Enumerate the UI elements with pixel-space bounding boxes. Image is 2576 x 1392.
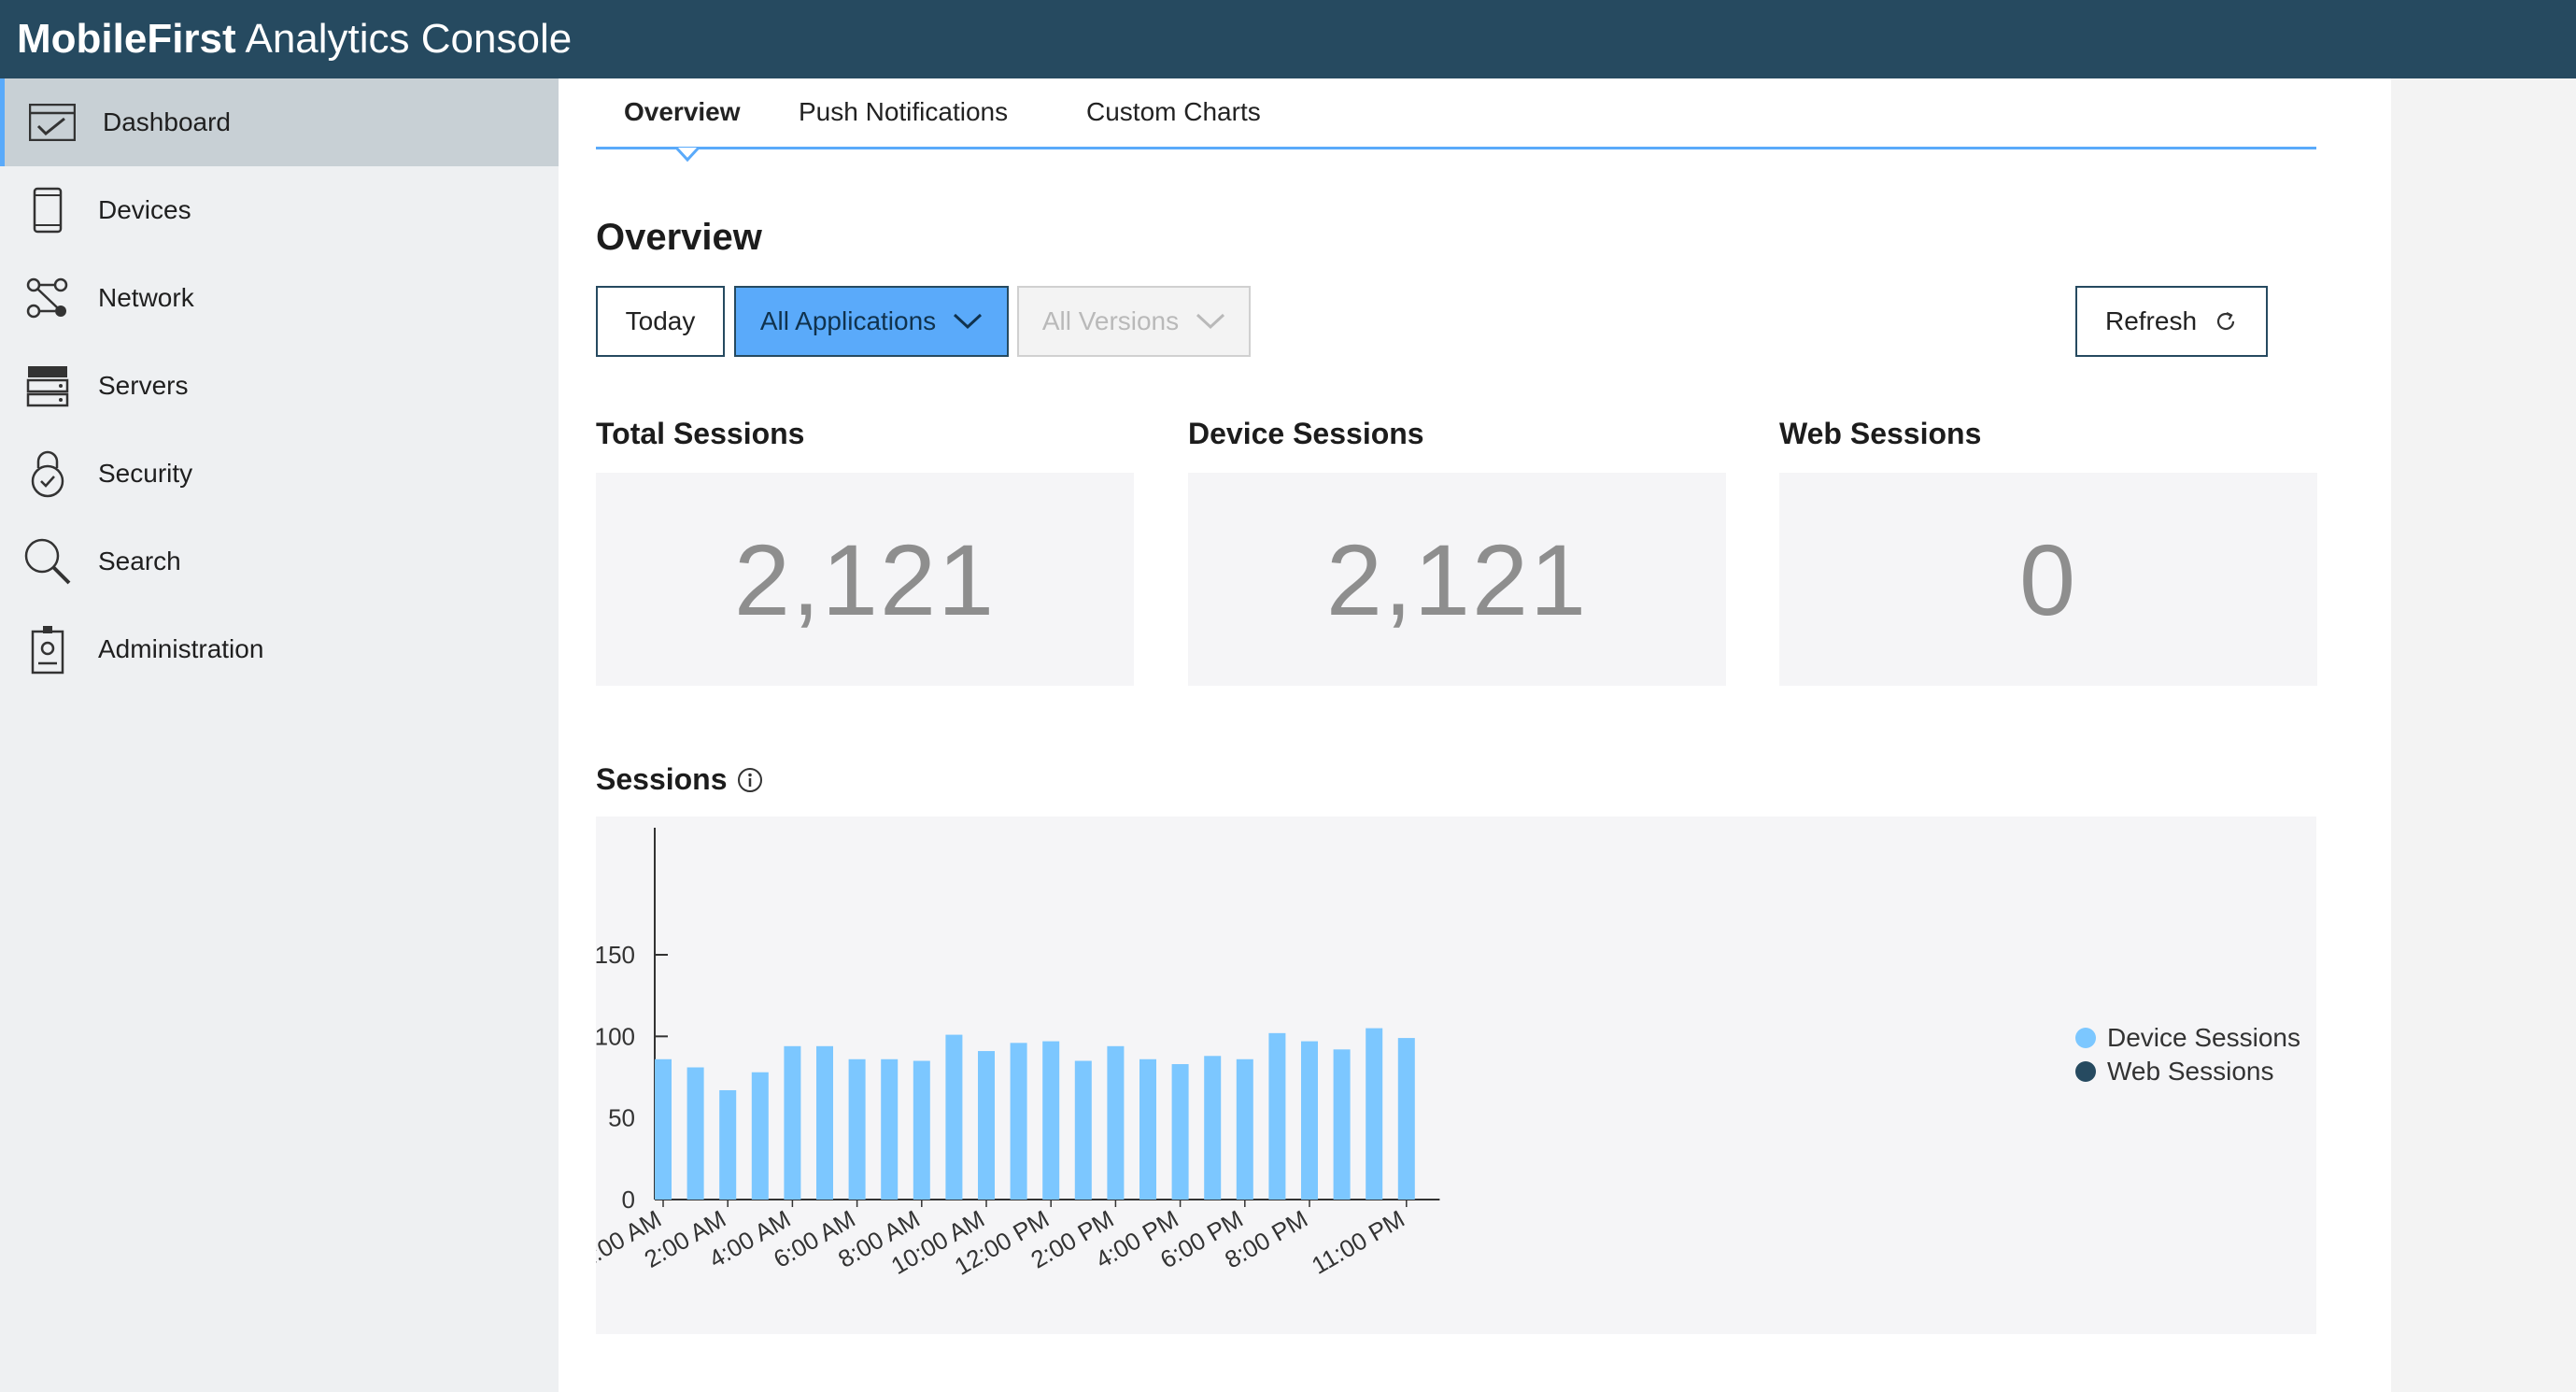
page-title: Overview (596, 217, 762, 258)
bar-device-sessions[interactable] (1042, 1041, 1060, 1200)
sidebar-item-label: Network (98, 283, 194, 312)
dashboard-icon (27, 97, 78, 148)
legend-label: Web Sessions (2107, 1057, 2274, 1086)
bar-device-sessions[interactable] (719, 1089, 737, 1200)
total-sessions-value: 2,121 (733, 522, 997, 636)
legend-label: Device Sessions (2107, 1023, 2300, 1052)
bar-device-sessions[interactable] (655, 1058, 672, 1200)
chevron-down-icon (953, 313, 983, 330)
total-sessions-card: 2,121 (596, 473, 1134, 686)
sidebar-item-devices[interactable]: Devices (0, 166, 559, 254)
phone-icon (22, 185, 73, 235)
sidebar-item-label: Administration (98, 634, 264, 663)
tab-underline (596, 147, 2316, 149)
bar-device-sessions[interactable] (1236, 1058, 1253, 1200)
y-tick-label: 100 (596, 1022, 635, 1050)
lock-icon (22, 448, 73, 499)
info-icon[interactable] (737, 767, 763, 793)
sessions-bar-chart: 05010015012:00 AM2:00 AM4:00 AM6:00 AM8:… (563, 828, 1440, 1281)
bar-device-sessions[interactable] (1107, 1045, 1125, 1200)
sessions-chart-panel: 0 50 100 150 12:00 AM 2:00 AM 4:00 AM 6:00 AM 8:… (563, 817, 2316, 1334)
bar-device-sessions[interactable] (686, 1067, 704, 1200)
web-sessions-card: 0 (1779, 473, 2317, 686)
brand-subtitle: Analytics Console (245, 16, 573, 62)
bar-device-sessions[interactable] (1333, 1049, 1351, 1200)
refresh-icon (2214, 309, 2238, 334)
bar-device-sessions[interactable] (848, 1058, 866, 1200)
sidebar-item-network[interactable]: Network (0, 254, 559, 342)
server-icon (22, 361, 73, 411)
time-range-label: Today (625, 306, 696, 335)
y-tick-label: 150 (596, 941, 635, 969)
device-sessions-title: Device Sessions (1188, 417, 1424, 450)
legend-item-device[interactable]: Device Sessions (2075, 1021, 2300, 1055)
sidebar-item-search[interactable]: Search (0, 518, 559, 605)
tab-custom-charts[interactable]: Custom Charts (1086, 97, 1261, 127)
y-tick-label: 50 (608, 1104, 635, 1132)
bar-device-sessions[interactable] (816, 1045, 833, 1200)
legend-dot-device (2075, 1028, 2096, 1048)
active-tab-indicator (676, 147, 699, 163)
sessions-title-text: Sessions (596, 762, 728, 796)
chevron-down-icon (1196, 313, 1225, 330)
bar-device-sessions[interactable] (1366, 1028, 1383, 1200)
device-sessions-card: 2,121 (1188, 473, 1726, 686)
x-tick-label: 11:00 PM (1307, 1204, 1409, 1280)
bar-device-sessions[interactable] (1139, 1058, 1156, 1200)
sidebar-item-dashboard[interactable]: Dashboard (0, 78, 559, 166)
sidebar-item-label: Devices (98, 195, 191, 224)
bar-device-sessions[interactable] (945, 1034, 963, 1200)
bar-device-sessions[interactable] (1268, 1032, 1286, 1200)
right-gutter (2391, 78, 2576, 1392)
bar-device-sessions[interactable] (784, 1045, 801, 1200)
legend-dot-web (2075, 1061, 2096, 1082)
brand-name: MobileFirst (17, 16, 236, 62)
device-sessions-value: 2,121 (1325, 522, 1589, 636)
sidebar-item-label: Servers (98, 371, 189, 400)
web-sessions-title: Web Sessions (1779, 417, 1982, 450)
bar-device-sessions[interactable] (881, 1058, 899, 1200)
tab-overview[interactable]: Overview (624, 97, 741, 127)
refresh-label: Refresh (2104, 306, 2198, 335)
network-icon (22, 273, 73, 323)
bar-device-sessions[interactable] (1010, 1043, 1027, 1200)
total-sessions-title: Total Sessions (596, 417, 805, 450)
y-tick-label: 0 (622, 1186, 635, 1214)
bar-device-sessions[interactable] (1204, 1056, 1222, 1200)
bar-device-sessions[interactable] (1397, 1038, 1415, 1200)
bar-device-sessions[interactable] (1301, 1041, 1318, 1200)
sidebar: Dashboard Devices Network Servers Securi… (0, 78, 559, 1392)
search-icon (22, 536, 73, 587)
sidebar-item-label: Search (98, 547, 181, 575)
sidebar-item-servers[interactable]: Servers (0, 342, 559, 430)
applications-label: All Applications (759, 306, 937, 335)
legend-item-web[interactable]: Web Sessions (2075, 1055, 2300, 1088)
app-header: MobileFirst Analytics Console (0, 0, 2576, 78)
time-range-button[interactable]: Today (596, 286, 725, 357)
sidebar-item-label: Security (98, 459, 193, 488)
bar-device-sessions[interactable] (1074, 1060, 1092, 1200)
refresh-button[interactable]: Refresh (2075, 286, 2268, 357)
sidebar-item-administration[interactable]: Administration (0, 605, 559, 693)
applications-dropdown[interactable]: All Applications (734, 286, 1009, 357)
sidebar-item-security[interactable]: Security (0, 430, 559, 518)
bar-device-sessions[interactable] (978, 1051, 995, 1200)
bar-device-sessions[interactable] (913, 1060, 930, 1200)
versions-dropdown[interactable]: All Versions (1017, 286, 1251, 357)
tab-push-notifications[interactable]: Push Notifications (799, 97, 1008, 127)
web-sessions-value: 0 (2018, 522, 2078, 636)
bar-device-sessions[interactable] (751, 1072, 769, 1200)
bar-device-sessions[interactable] (1171, 1064, 1189, 1200)
chart-legend: Device Sessions Web Sessions (2075, 1021, 2300, 1088)
versions-label: All Versions (1041, 306, 1180, 335)
sessions-chart-title: Sessions (596, 762, 763, 797)
app-title: MobileFirst Analytics Console (17, 13, 572, 65)
badge-icon (22, 624, 73, 675)
sidebar-item-label: Dashboard (103, 107, 231, 136)
